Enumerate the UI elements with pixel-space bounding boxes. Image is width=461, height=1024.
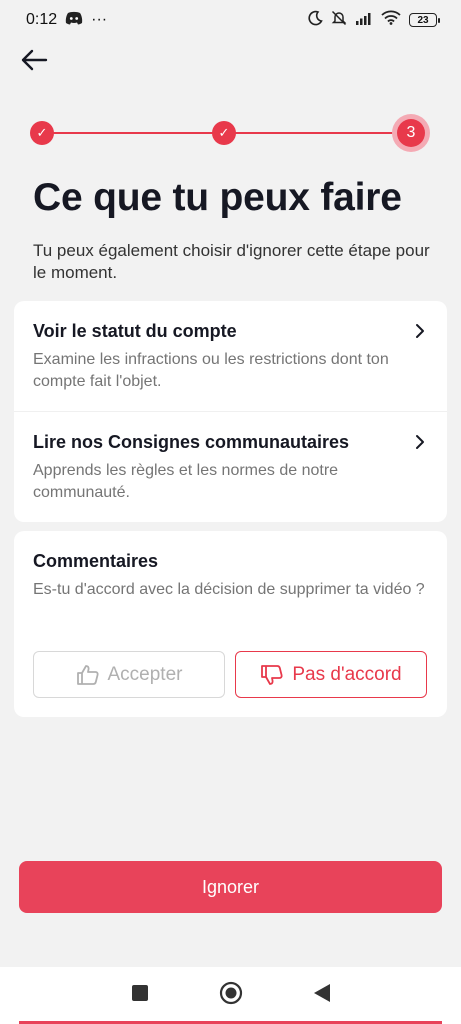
system-nav-bar <box>0 967 461 1024</box>
recents-button[interactable] <box>131 984 149 1007</box>
bell-muted-icon <box>331 10 347 31</box>
signal-icon <box>355 11 373 30</box>
step-3-current: 3 <box>392 114 430 152</box>
actions-card: Voir le statut du compte Examine les inf… <box>14 301 447 522</box>
discord-icon <box>65 11 83 30</box>
check-icon: ✓ <box>218 125 230 140</box>
feedback-question: Es-tu d'accord avec la décision de suppr… <box>33 581 425 598</box>
status-bar: 0:12 ··· 23 <box>0 0 461 40</box>
step-1-completed: ✓ <box>30 121 54 145</box>
square-icon <box>131 985 148 1001</box>
step-connector <box>235 132 405 134</box>
link-title: Voir le statut du compte <box>33 321 237 341</box>
back-nav-button[interactable] <box>313 983 331 1008</box>
more-notifications-icon: ··· <box>91 11 108 28</box>
page-subtitle: Tu peux également choisir d'ignorer cett… <box>33 241 430 282</box>
account-status-link[interactable]: Voir le statut du compte Examine les inf… <box>14 301 447 411</box>
disagree-label: Pas d'accord <box>292 663 402 685</box>
step-number: 3 <box>406 124 416 141</box>
status-time: 0:12 <box>26 11 58 28</box>
community-guidelines-link[interactable]: Lire nos Consignes communautaires Appren… <box>14 411 447 521</box>
link-description: Apprends les règles et les normes de not… <box>33 462 339 501</box>
home-circle-icon <box>219 981 242 1005</box>
feedback-title: Commentaires <box>33 551 159 571</box>
moon-icon <box>307 10 323 31</box>
wifi-icon <box>381 10 401 30</box>
accept-label: Accepter <box>107 663 183 685</box>
thumbs-down-icon <box>261 664 283 685</box>
step-2-completed: ✓ <box>212 121 236 145</box>
progress-stepper: ✓ ✓ 3 <box>30 114 430 152</box>
disagree-button[interactable]: Pas d'accord <box>235 651 427 698</box>
page-title: Ce que tu peux faire <box>33 176 402 219</box>
step-connector <box>50 132 220 134</box>
chevron-right-icon <box>416 324 424 338</box>
feedback-card: Commentaires Es-tu d'accord avec la déci… <box>14 531 447 717</box>
battery-indicator: 23 <box>409 13 440 27</box>
chevron-right-icon <box>416 435 424 449</box>
ignore-label: Ignorer <box>201 876 260 897</box>
triangle-back-icon <box>313 984 330 1002</box>
ignore-button[interactable]: Ignorer <box>19 861 442 913</box>
link-title: Lire nos Consignes communautaires <box>33 432 350 452</box>
accept-button[interactable]: Accepter <box>33 651 225 698</box>
arrow-left-icon <box>21 49 48 71</box>
link-description: Examine les infractions ou les restricti… <box>33 351 389 390</box>
check-icon: ✓ <box>36 125 48 140</box>
home-button[interactable] <box>219 981 243 1010</box>
thumbs-up-icon <box>76 664 99 685</box>
back-button[interactable] <box>18 44 50 76</box>
